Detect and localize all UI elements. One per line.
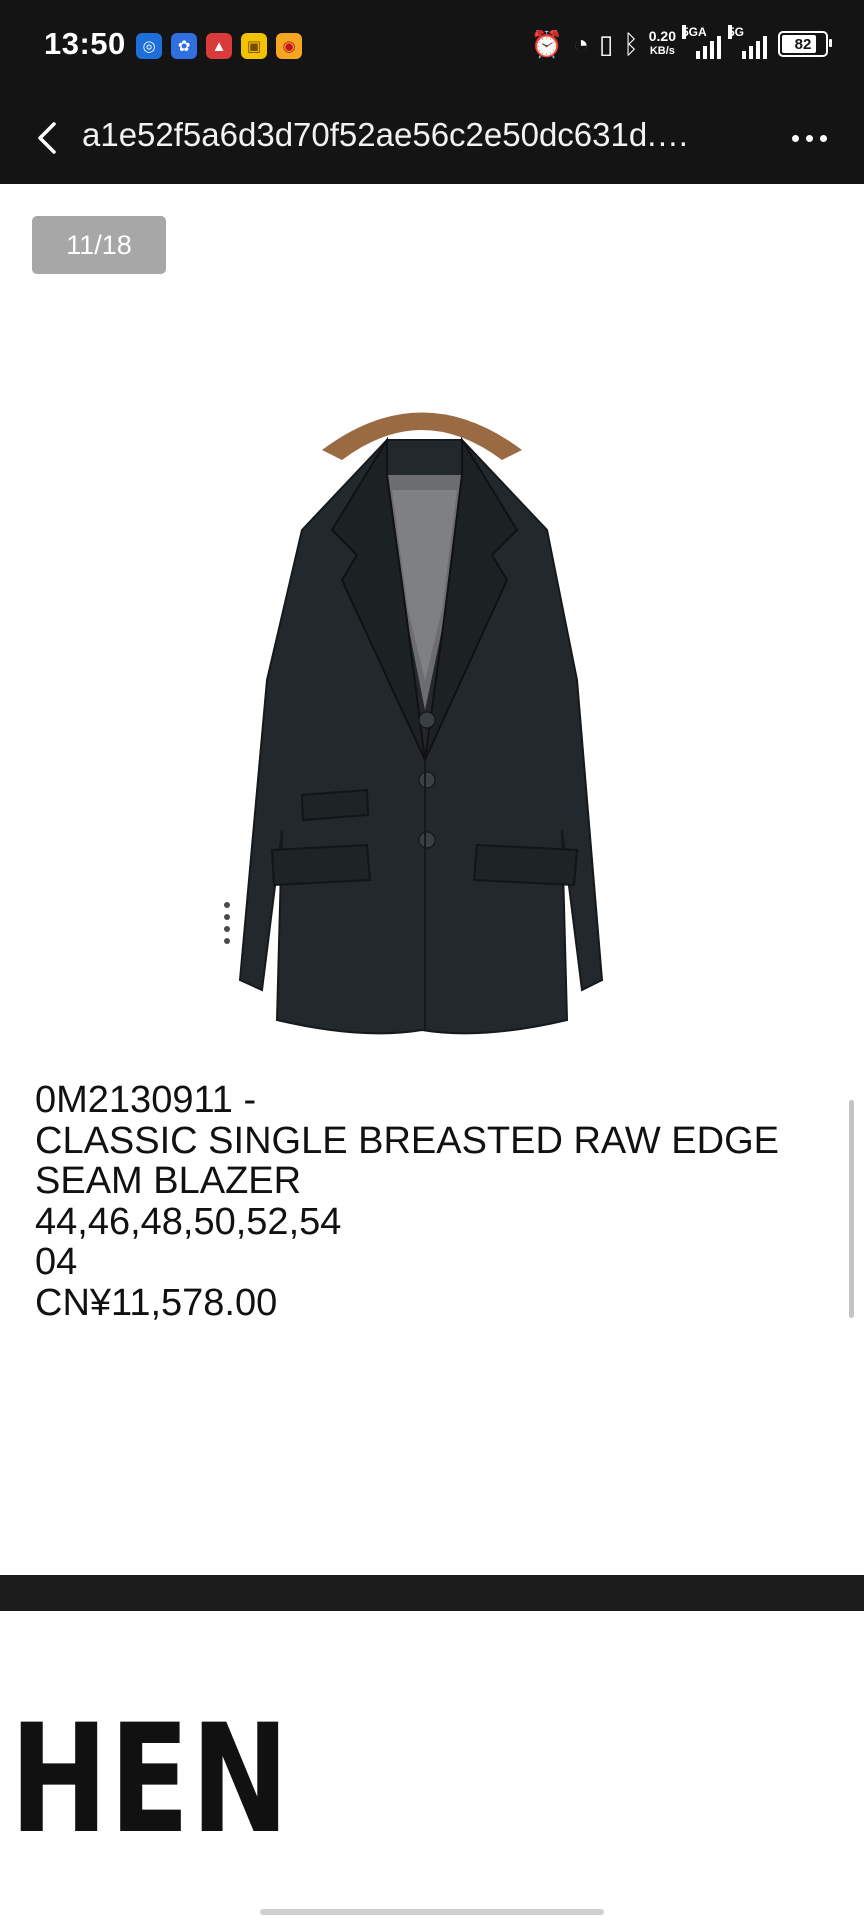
button: [418, 711, 436, 729]
product-image[interactable]: [182, 380, 682, 1050]
network-speed: 0.20 KB/s: [649, 29, 676, 59]
scrollbar[interactable]: [849, 1100, 854, 1318]
app-bar: a1e52f5a6d3d70f52ae56c2e50dc631d.…: [0, 92, 864, 184]
app-icon-3: ▲: [206, 33, 232, 59]
status-bar: 13:50 ◎ ✿ ▲ ▣ ◉ ⏰ ◔ ▯ ᛒ 0.20 KB/s 5GA 5G…: [0, 0, 864, 92]
network-speed-unit: KB/s: [649, 45, 675, 57]
chest-pocket: [300, 788, 370, 822]
home-indicator[interactable]: [260, 1909, 604, 1915]
product-price: CN¥11,578.00: [35, 1281, 278, 1324]
button: [418, 771, 436, 789]
brand-logo-text: HEN: [10, 1693, 291, 1867]
page-title: a1e52f5a6d3d70f52ae56c2e50dc631d.…: [82, 116, 690, 153]
signal-sim2-label: 5G: [728, 25, 745, 39]
button: [418, 831, 436, 849]
battery-icon: 82: [778, 31, 832, 57]
app-icon-4: ▣: [241, 33, 267, 59]
product-sizes: 44,46,48,50,52,54: [35, 1200, 342, 1243]
more-horizontal-icon: [791, 134, 799, 142]
status-icons: ⏰ ◔ ▯ ᛒ 0.20 KB/s 5GA 5G 82: [530, 25, 832, 60]
battery-percent: 82: [794, 35, 812, 53]
app-icon-1: ◎: [136, 33, 162, 59]
product-color-code: 04: [35, 1241, 78, 1283]
product-code: 0M2130911 -: [35, 1079, 257, 1121]
back-button[interactable]: [22, 112, 74, 164]
app-icon-2: ✿: [171, 33, 197, 59]
speedometer-icon: ◔: [573, 29, 589, 59]
vibrate-icon: ▯: [598, 29, 614, 59]
status-time: 13:50: [44, 26, 126, 61]
signal-sim2-icon: 5G: [728, 25, 768, 59]
more-options-button[interactable]: [774, 112, 844, 164]
image-counter: 11/18: [32, 216, 166, 274]
right-pocket-flap: [472, 843, 579, 887]
notification-app-icons: ◎ ✿ ▲ ▣ ◉: [136, 33, 302, 59]
weibo-icon: ◉: [276, 33, 302, 59]
product-name-line1: CLASSIC SINGLE BREASTED RAW EDGE: [35, 1119, 779, 1162]
bluetooth-icon: ᛒ: [623, 29, 639, 59]
product-name-line2: SEAM BLAZER: [35, 1160, 302, 1202]
chevron-left-icon: [38, 122, 56, 154]
network-speed-value: 0.20: [648, 28, 676, 44]
signal-sim1-label: 5GA: [682, 25, 707, 39]
alarm-icon: ⏰: [530, 29, 564, 59]
left-pocket-flap: [270, 843, 372, 887]
product-info: 0M2130911 - CLASSIC SINGLE BREASTED RAW …: [35, 1080, 835, 1323]
signal-sim1-icon: 5GA: [682, 25, 722, 59]
divider-band: [0, 1575, 864, 1611]
